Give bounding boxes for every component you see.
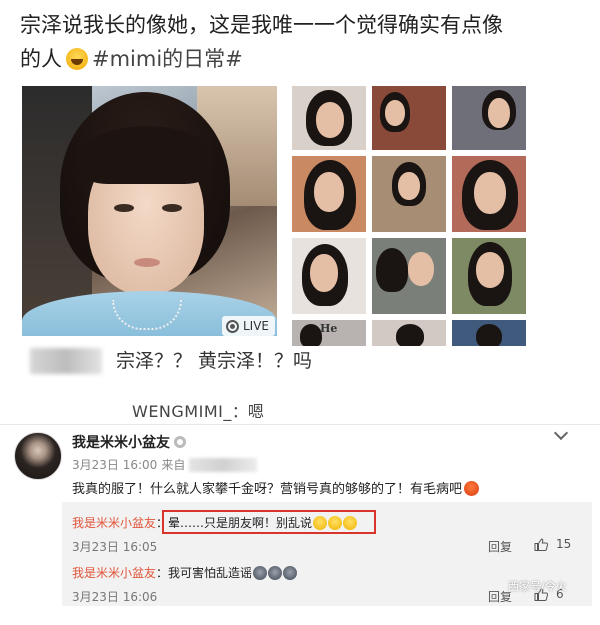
photo-bangs [82,126,210,184]
comment-username-text: 我是米米小盆友 [72,435,170,451]
sub-reply-date: 3月23日 16:05 [72,540,158,554]
watermark: 西家号/令火 [508,580,567,593]
sub-reply-date: 3月23日 16:06 [72,590,158,604]
live-label: LIVE [243,319,270,333]
comment-source-prefix: 来自 [161,458,186,472]
divider [0,424,600,425]
thumbnail-photo[interactable] [372,238,446,314]
photo-lips [134,258,160,267]
post-caption-prefix: 的人 [20,47,62,71]
thumbnail-photo[interactable] [452,320,526,346]
thumbnail-photo[interactable]: He [292,320,366,346]
thumbnail-grid: He [292,86,526,346]
main-comment: 我真的服了！什么就人家攀千金呀？营销号真的够够的了！有毛病吧 [72,478,480,497]
thumbnail-photo[interactable] [292,86,366,150]
reply-button[interactable]: 回复 [488,538,512,555]
photo-eye-right [162,204,182,212]
angry-emoji-icon [464,481,480,496]
main-comment-text: 我真的服了！什么就人家攀千金呀？营销号真的够够的了！有毛病吧 [72,482,463,497]
sub-reply-username[interactable]: 我是米米小盆友 [72,514,156,531]
thumbnail-photo[interactable] [372,156,446,232]
reply-text: ：嗯 [231,402,264,421]
live-icon [226,319,239,333]
main-photo[interactable] [22,86,277,336]
thumbnail-photo[interactable] [292,156,366,232]
thumbnail-tag: He [320,322,338,335]
comment-username[interactable]: 我是米米小盆友 [72,432,186,452]
like-count: 15 [556,537,572,551]
thumbnail-photo[interactable] [452,156,526,232]
post-caption-line2: 的人 #mimi的日常# [20,42,580,76]
verified-icon [174,436,186,448]
post-caption-line1: 宗泽说我长的像她，这是我唯一一个觉得确实有点像 [20,13,503,37]
post-caption: 宗泽说我长的像她，这是我唯一一个觉得确实有点像 的人 #mimi的日常# [20,8,580,76]
scared-emoji-icon [253,565,268,580]
thumbnail-photo[interactable] [452,238,526,314]
thumbnail-photo[interactable] [452,86,526,150]
scared-emoji-icon [268,565,283,580]
blurred-username [30,348,102,374]
thumbnail-photo[interactable] [292,238,366,314]
sub-reply-text: ：我可害怕乱造谣 [156,566,253,580]
hashtag-link[interactable]: #mimi的日常# [92,47,243,71]
sub-reply: 我是米米小盆友 ：我可害怕乱造谣 [72,564,298,581]
highlight-box [162,510,376,534]
avatar[interactable] [14,432,62,480]
blurred-source [189,457,258,472]
thumbnail-photo[interactable] [372,320,446,346]
scared-emoji-icon [283,565,298,580]
thumbnail-photo[interactable] [372,86,446,150]
like-button[interactable]: 15 [534,537,571,551]
laughing-emoji-icon [66,48,88,70]
reply-username[interactable]: WENGMIMI_ [132,402,232,421]
comment-date: 3月23日 16:00 [72,458,158,472]
reply-line: WENGMIMI_：嗯 [132,398,264,422]
live-photo-badge[interactable]: LIVE [222,316,276,336]
comment-text: 宗泽？？ 黄宗泽！？吗 [116,350,313,372]
photo-eye-left [114,204,134,212]
thumbs-up-icon [534,537,548,551]
sub-reply-username[interactable]: 我是米米小盆友 [72,564,156,581]
comment-meta: 3月23日 16:00 来自 [72,456,258,473]
